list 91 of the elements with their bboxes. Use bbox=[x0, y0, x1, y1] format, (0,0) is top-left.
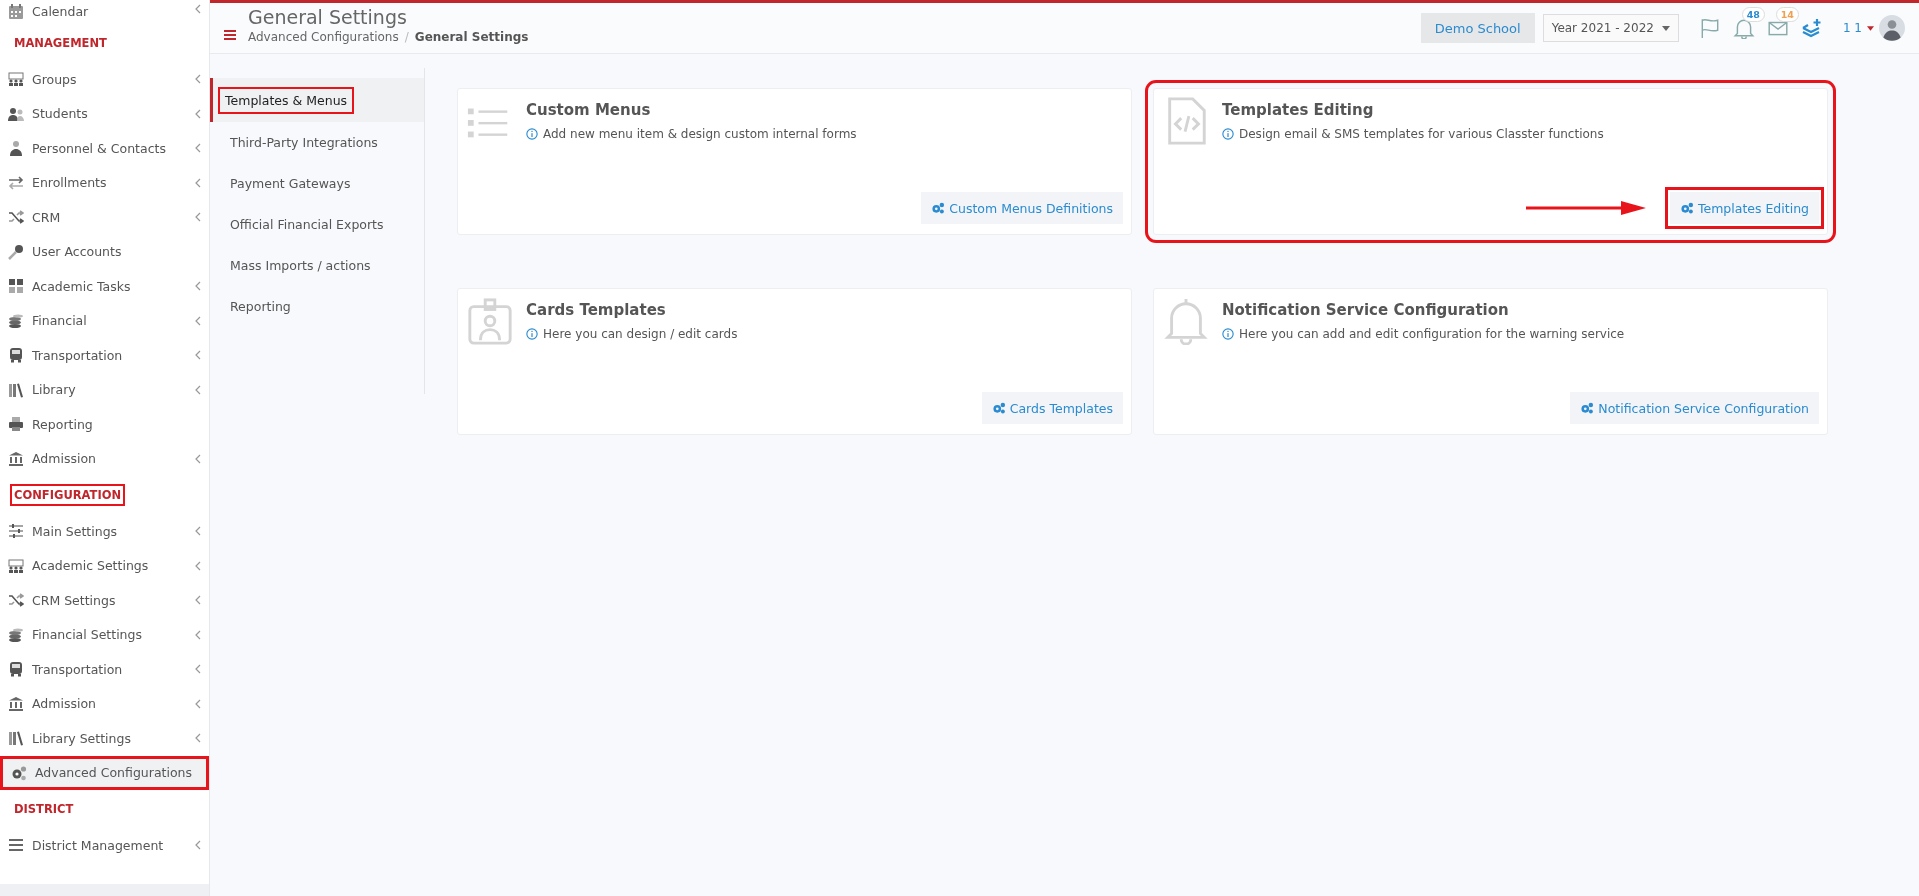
card-description: Add new menu item & design custom internal forms bbox=[543, 127, 857, 141]
tab-label: Payment Gateways bbox=[229, 175, 352, 193]
gears-icon bbox=[1580, 402, 1595, 414]
settings-tab[interactable]: Third-Party Integrations bbox=[210, 122, 424, 163]
bus-icon bbox=[8, 347, 24, 364]
shuffle-icon bbox=[8, 592, 24, 609]
settings-tab[interactable]: Templates & Menus bbox=[210, 78, 424, 122]
card-description: Here you can design / edit cards bbox=[543, 327, 738, 341]
arrows-icon bbox=[8, 174, 24, 191]
sidebar-item[interactable]: Financial bbox=[0, 303, 209, 338]
sidebar-item[interactable]: Calendar bbox=[0, 0, 209, 24]
section-heading: CONFIGURATION bbox=[12, 486, 124, 504]
tab-label: Official Financial Exports bbox=[229, 216, 385, 234]
person-icon bbox=[8, 140, 24, 157]
info-icon bbox=[526, 328, 538, 340]
year-dropdown[interactable]: Year 2021 - 2022 bbox=[1542, 14, 1679, 42]
breadcrumb-separator: / bbox=[404, 30, 409, 44]
sidebar-item[interactable]: Students bbox=[0, 96, 209, 131]
sidebar-item[interactable]: Library bbox=[0, 372, 209, 407]
bus-icon bbox=[8, 661, 24, 678]
sidebar-item[interactable]: Enrollments bbox=[0, 165, 209, 200]
settings-tab[interactable]: Reporting bbox=[210, 286, 424, 327]
user-menu[interactable]: 1 1 bbox=[1842, 21, 1862, 35]
avatar[interactable] bbox=[1879, 15, 1905, 41]
page-title: General Settings bbox=[248, 6, 408, 28]
sidebar-item[interactable]: District Management bbox=[0, 828, 209, 863]
sidebar-item[interactable]: Main Settings bbox=[0, 514, 209, 549]
tab-label: Templates & Menus bbox=[220, 88, 353, 112]
card-title: Custom Menus bbox=[526, 101, 652, 119]
section-heading: MANAGEMENT bbox=[13, 35, 108, 52]
gears-icon bbox=[1679, 202, 1694, 214]
card-description: Design email & SMS templates for various Classter functions bbox=[1239, 127, 1604, 141]
books-icon bbox=[8, 730, 24, 747]
books-icon bbox=[8, 381, 24, 398]
sidebar-item[interactable]: Advanced Configurations bbox=[0, 755, 209, 790]
bell-icon[interactable] bbox=[1732, 17, 1755, 39]
groups-icon bbox=[8, 71, 24, 88]
printer-icon bbox=[8, 416, 24, 433]
sidebar-item[interactable]: Transportation bbox=[0, 338, 209, 373]
groups-icon bbox=[8, 557, 24, 574]
card-title: Notification Service Configuration bbox=[1222, 301, 1510, 319]
breadcrumb-link[interactable]: Advanced Configurations bbox=[248, 30, 399, 44]
card-description: Here you can add and edit configuration for the warning service bbox=[1239, 327, 1625, 341]
card-title: Cards Templates bbox=[526, 301, 667, 319]
info-icon bbox=[526, 128, 538, 140]
card-title: Templates Editing bbox=[1222, 101, 1375, 119]
badge-icon bbox=[466, 297, 514, 345]
notification-count: 48 bbox=[1741, 7, 1765, 22]
bank-icon bbox=[8, 695, 24, 712]
gears-icon bbox=[931, 202, 946, 214]
sidebar-item[interactable]: Academic Settings bbox=[0, 548, 209, 583]
info-icon bbox=[1222, 128, 1234, 140]
sidebar-item[interactable]: Groups bbox=[0, 62, 209, 97]
calendar-icon bbox=[8, 4, 24, 20]
coins-icon bbox=[8, 312, 24, 329]
tab-label: Third-Party Integrations bbox=[229, 134, 379, 152]
sidebar-item[interactable]: Academic Tasks bbox=[0, 269, 209, 304]
menu-icon[interactable] bbox=[224, 30, 236, 40]
coins-icon bbox=[8, 626, 24, 643]
gears-icon bbox=[991, 402, 1006, 414]
caret-icon[interactable] bbox=[1867, 25, 1874, 31]
sidebar-item[interactable]: Admission bbox=[0, 686, 209, 721]
section-heading: DISTRICT bbox=[13, 801, 75, 818]
settings-tab[interactable]: Official Financial Exports bbox=[210, 204, 424, 245]
students-icon bbox=[8, 105, 24, 122]
tab-label: Reporting bbox=[229, 298, 292, 316]
sidebar-item[interactable]: Admission bbox=[0, 441, 209, 476]
shuffle-icon bbox=[8, 209, 24, 226]
bank-icon bbox=[8, 450, 24, 467]
gears-icon bbox=[11, 764, 27, 781]
settings-tab[interactable]: Payment Gateways bbox=[210, 163, 424, 204]
caret-icon bbox=[1661, 25, 1670, 31]
sidebar-item[interactable]: Reporting bbox=[0, 407, 209, 442]
info-icon bbox=[1222, 328, 1234, 340]
tab-label: Mass Imports / actions bbox=[229, 257, 372, 275]
breadcrumb-current: General Settings bbox=[414, 30, 529, 44]
lines-icon bbox=[8, 837, 24, 854]
sidebar-item[interactable]: Personnel & Contacts bbox=[0, 131, 209, 166]
settings-tab[interactable]: Mass Imports / actions bbox=[210, 245, 424, 286]
message-count: 14 bbox=[1775, 7, 1799, 22]
key-icon bbox=[8, 243, 24, 260]
sidebar-item[interactable]: CRM Settings bbox=[0, 583, 209, 618]
bell-icon bbox=[1162, 297, 1210, 345]
sidebar-item[interactable]: CRM bbox=[0, 200, 209, 235]
sidebar-item[interactable]: Library Settings bbox=[0, 721, 209, 756]
layers-plus-icon[interactable] bbox=[1800, 17, 1823, 39]
grid-icon bbox=[8, 278, 24, 295]
sidebar-item[interactable]: User Accounts bbox=[0, 234, 209, 269]
sliders-icon bbox=[8, 523, 24, 540]
sidebar-item[interactable]: Transportation bbox=[0, 652, 209, 687]
sidebar-item[interactable]: Financial Settings bbox=[0, 617, 209, 652]
